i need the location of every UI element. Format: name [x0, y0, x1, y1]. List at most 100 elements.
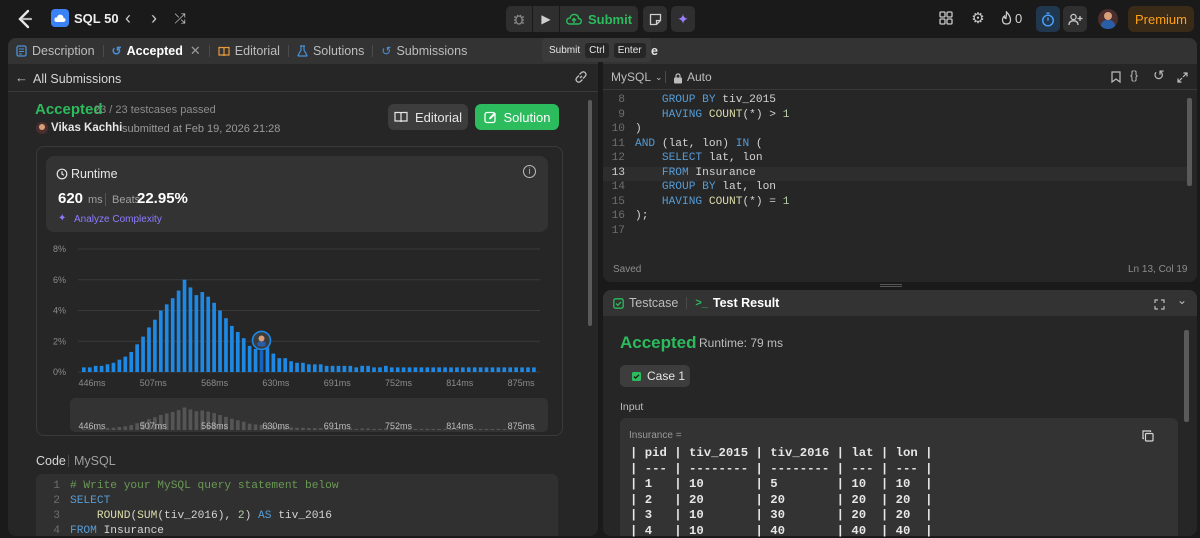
fullscreen-icon[interactable] — [1154, 297, 1165, 315]
tooltip-key-ctrl: Ctrl — [585, 42, 609, 58]
overview-bar — [419, 428, 424, 430]
editor-line: 14 GROUP BY lat, lon — [603, 181, 776, 196]
x-tick-label: 507ms — [140, 378, 168, 388]
code-editor[interactable]: 8 GROUP BY tiv_2015 9 HAVING COUNT(*) > 1… — [603, 94, 1187, 244]
editor-line: 15 HAVING COUNT(*) = 1 — [603, 196, 790, 211]
chart-bar — [93, 365, 98, 372]
resize-handle[interactable] — [880, 284, 902, 287]
chart-bar — [514, 367, 518, 372]
expand-icon[interactable] — [1177, 70, 1188, 88]
chevron-left-icon[interactable]: ‹ — [119, 8, 137, 28]
tab-testcase[interactable]: Testcase — [603, 290, 686, 316]
y-tick-label: 0% — [53, 367, 66, 377]
result-scrollbar[interactable] — [1184, 330, 1189, 422]
chart-bar — [241, 338, 246, 372]
overview-bar — [431, 428, 436, 430]
overview-bar — [123, 426, 128, 430]
line-number: 13 — [611, 166, 625, 179]
editor-code-text: SELECT lat, lon — [661, 152, 763, 164]
timer-icon[interactable] — [1036, 6, 1060, 32]
chart-bar — [478, 367, 483, 372]
chart-bar — [419, 367, 424, 372]
problem-list-title[interactable]: SQL 50 — [74, 11, 119, 26]
chart-bar — [277, 358, 282, 372]
chart-bar — [490, 367, 495, 372]
shuffle-icon[interactable]: ⤮ — [171, 9, 189, 27]
copy-icon[interactable] — [1142, 429, 1154, 447]
reset-icon[interactable]: ↺ — [1153, 67, 1165, 84]
collapse-icon[interactable]: ⌄ — [1177, 293, 1187, 307]
line-number: 8 — [618, 94, 625, 106]
editor-line: 13 FROM Insurance — [603, 166, 1187, 181]
chart-bar — [342, 365, 347, 372]
chart-bar — [247, 345, 252, 372]
overview-tick-label: 446ms — [78, 421, 106, 431]
x-tick-label: 691ms — [324, 378, 352, 388]
overview-tick-label: 752ms — [385, 421, 413, 431]
add-user-icon[interactable] — [1063, 6, 1087, 32]
overview-bar — [117, 427, 122, 430]
submit-button[interactable]: Submit — [560, 6, 638, 32]
chart-bar — [289, 361, 293, 372]
chart-bar — [212, 302, 216, 372]
mode-label[interactable]: Auto — [687, 70, 712, 84]
result-tab-bar: Testcase >_ Test Result — [603, 290, 1197, 316]
chart-bar — [135, 344, 139, 372]
run-icon[interactable]: ▶ — [533, 6, 559, 32]
chart-bar — [206, 296, 211, 372]
ai-sparkle-icon[interactable]: ✦ — [671, 6, 695, 32]
line-number: 4 — [53, 525, 60, 536]
premium-button[interactable]: Premium — [1128, 6, 1194, 32]
language-select[interactable]: MySQL ⌄ — [611, 70, 663, 84]
streak-flame-icon[interactable] — [999, 10, 1013, 26]
chart-bar — [378, 367, 382, 372]
overview-bar — [312, 428, 317, 430]
tab-test-result[interactable]: >_ Test Result — [687, 290, 787, 316]
chart-bar — [449, 367, 453, 372]
settings-gear-icon[interactable]: ⚙ — [969, 9, 987, 27]
editor-scrollbar[interactable] — [1187, 98, 1192, 186]
chart-bar — [117, 359, 122, 372]
left-scrollbar[interactable] — [588, 100, 592, 326]
editor-code-text: HAVING COUNT(*) > 1 — [661, 108, 790, 121]
table-text-line: | 4 | 10 | 40 | 40 | 40 | — [630, 523, 933, 538]
braces-icon[interactable]: {} — [1130, 68, 1138, 82]
case-1-button[interactable]: Case 1 — [620, 365, 690, 387]
chart-bar — [170, 298, 175, 372]
y-tick-label: 2% — [53, 336, 66, 346]
editor-code-text: ); — [635, 210, 649, 222]
layout-grid-icon[interactable] — [938, 10, 954, 26]
overview-bar — [105, 428, 110, 430]
table-text-line: | 2 | 20 | 20 | 20 | 20 | — [630, 492, 933, 507]
table-text-line: | pid | tiv_2015 | tiv_2016 | lat | lon … — [630, 446, 933, 460]
user-avatar[interactable] — [1098, 9, 1118, 29]
case-1-label: Case 1 — [647, 369, 686, 383]
chart-bar — [443, 367, 447, 372]
chart-bar — [360, 365, 365, 372]
notes-icon[interactable] — [643, 6, 667, 32]
bookmark-icon[interactable] — [1111, 70, 1121, 88]
problem-list-icon[interactable] — [51, 9, 69, 27]
editor-code-text: FROM Insurance — [661, 166, 756, 179]
tooltip-key-enter: Enter — [613, 42, 646, 58]
chart-bar — [312, 364, 317, 372]
chart-bar — [324, 365, 329, 372]
chart-bar — [235, 332, 240, 372]
chart-bar — [384, 365, 388, 372]
code-text: SELECT — [70, 495, 111, 507]
chevron-right-icon[interactable]: › — [145, 8, 163, 28]
editor-tab-code[interactable]: e — [651, 44, 658, 58]
chart-bar — [330, 365, 335, 372]
debug-icon[interactable] — [506, 6, 532, 32]
editor-tab-bar — [603, 38, 1197, 64]
overview-bar — [170, 412, 175, 430]
chart-bar — [413, 367, 418, 372]
leetcode-logo-icon[interactable] — [14, 8, 36, 30]
chart-bar — [372, 367, 376, 372]
overview-bar — [413, 428, 418, 430]
chart-bar — [164, 304, 169, 372]
chart-bar — [318, 364, 323, 372]
chart-bar — [194, 295, 199, 372]
chart-bar — [271, 353, 276, 372]
line-number: 14 — [611, 181, 625, 193]
